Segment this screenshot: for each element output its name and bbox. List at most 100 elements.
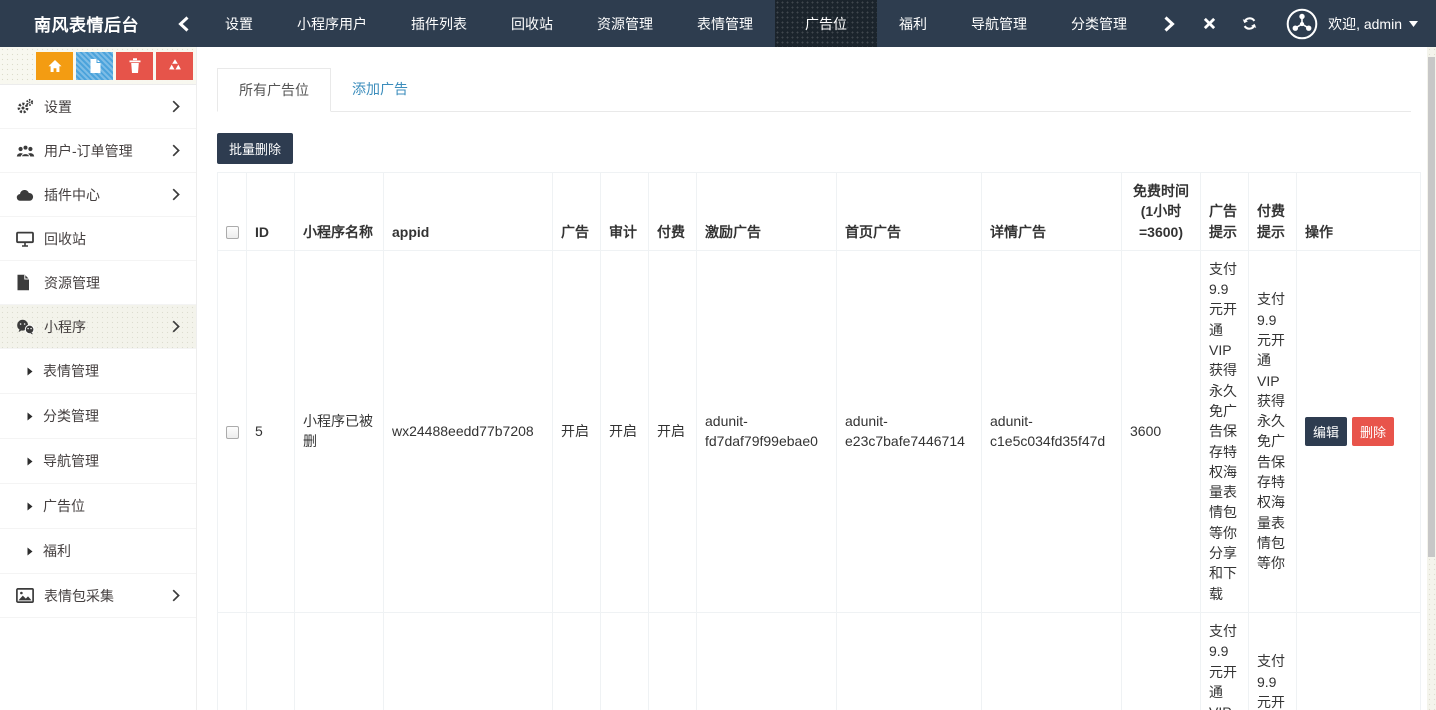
- sidebar-quick-toolbar: [0, 47, 196, 85]
- cell-pay-tip: 支付9.9元开通VIP获得永久免广告保存特权海量表情包等你: [1248, 249, 1297, 613]
- cell-audit: 开启: [600, 249, 649, 613]
- navbar-item-mini-user[interactable]: 小程序用户: [275, 0, 389, 47]
- column-header: appid: [383, 172, 553, 251]
- avatar-icon[interactable]: [1286, 8, 1318, 40]
- column-header: ID: [246, 172, 295, 251]
- cell-free-time: 3600: [1121, 249, 1201, 613]
- document-icon: [16, 274, 44, 291]
- navbar-item-resource[interactable]: 资源管理: [575, 0, 675, 47]
- sidebar-item-mini-program[interactable]: 小程序: [0, 305, 196, 349]
- column-header: 审计: [600, 172, 649, 251]
- cell-id: 5: [246, 249, 295, 613]
- navbar-item-settings[interactable]: 设置: [203, 0, 275, 47]
- sidebar-item-recycle-bin[interactable]: 回收站: [0, 217, 196, 261]
- trash-icon: [129, 57, 140, 73]
- cell-ad-tip: 支付9.9元开通VIP获得永久免广告保存特权海量表情包等你分享和下载: [1200, 611, 1249, 710]
- cell-detail-ad: [981, 611, 1122, 710]
- table-row: 5 小程序已被删 wx24488eedd77b7208 开启 开启 开启 adu…: [217, 249, 1421, 613]
- caret-down-icon: [1409, 20, 1418, 27]
- cell-actions: 编辑删除: [1296, 611, 1421, 710]
- sidebar-subitem-nav-mgmt[interactable]: 导航管理: [0, 439, 196, 484]
- navbar-item-recycle-bin[interactable]: 回收站: [489, 0, 575, 47]
- cloud-icon: [16, 188, 44, 202]
- caret-right-icon: [27, 502, 43, 511]
- sidebar-item-settings[interactable]: 设置: [0, 85, 196, 129]
- edit-button[interactable]: 编辑: [1305, 416, 1348, 446]
- window-scrollbar: [1427, 47, 1436, 710]
- sidebar-item-user-orders[interactable]: 用户-订单管理: [0, 129, 196, 173]
- recycle-button[interactable]: [156, 51, 193, 80]
- navbar-item-ad-slot[interactable]: 广告位: [775, 0, 877, 47]
- navbar-item-nav-mgmt[interactable]: 导航管理: [949, 0, 1049, 47]
- navbar-item-plugin-list[interactable]: 插件列表: [389, 0, 489, 47]
- home-icon: [48, 59, 61, 72]
- tab-bar: 所有广告位 添加广告: [217, 68, 1411, 112]
- caret-right-icon: [27, 412, 43, 421]
- cell-audit: [600, 611, 649, 710]
- scrollbar-thumb[interactable]: [1428, 57, 1435, 557]
- caret-right-icon: [27, 547, 43, 556]
- sidebar-item-emoji-collect[interactable]: 表情包采集: [0, 574, 196, 618]
- chevron-right-icon: [172, 188, 180, 201]
- column-header: 详情广告: [981, 172, 1122, 251]
- cell-free-time: [1121, 611, 1201, 710]
- cell-home-ad: adunit-e23c7bafe7446714: [836, 249, 982, 613]
- cell-pay: [648, 611, 697, 710]
- trash-button[interactable]: [116, 51, 153, 80]
- column-header: 小程序名称: [294, 172, 384, 251]
- welcome-text: 欢迎, admin: [1328, 15, 1402, 32]
- navbar-item-welfare[interactable]: 福利: [877, 0, 949, 47]
- column-header: 首页广告: [836, 172, 982, 251]
- wechat-icon: [16, 319, 44, 335]
- bulk-delete-button[interactable]: 批量删除: [217, 133, 294, 164]
- gears-icon: [16, 98, 44, 115]
- cell-actions: 编辑删除: [1296, 249, 1421, 613]
- cell-ad: [552, 611, 601, 710]
- home-button[interactable]: [36, 51, 73, 80]
- chevron-right-icon[interactable]: [1149, 0, 1189, 47]
- column-header: 广告: [552, 172, 601, 251]
- sidebar: 设置 用户-订单管理 插件中心 回收站 资源管理 小程序 表情管理 分类管理 导…: [0, 47, 197, 710]
- close-icon[interactable]: [1189, 0, 1229, 47]
- delete-button[interactable]: 删除: [1352, 416, 1395, 446]
- refresh-icon[interactable]: [1229, 0, 1269, 47]
- table-header-row: ID 小程序名称 appid 广告 审计 付费 激励广告 首页广告 详情广告 免费时间(1小时=3…: [217, 172, 1421, 251]
- caret-right-icon: [27, 367, 43, 376]
- column-header: 激励广告: [696, 172, 837, 251]
- sidebar-subitem-category-mgmt[interactable]: 分类管理: [0, 394, 196, 439]
- file-button[interactable]: [76, 51, 113, 80]
- sidebar-item-resource-mgmt[interactable]: 资源管理: [0, 261, 196, 305]
- column-header: 操作: [1296, 172, 1421, 251]
- cell-name: 小程序已被删: [294, 249, 384, 613]
- file-icon: [90, 58, 100, 73]
- main-content: 所有广告位 添加广告 批量删除 ID 小程序名称 appid 广告 审计 付费 激励广告 首页广…: [197, 47, 1436, 710]
- column-header: 免费时间(1小时=3600): [1121, 172, 1201, 251]
- cell-id: [246, 611, 295, 710]
- tab-all-ad-slots[interactable]: 所有广告位: [217, 68, 331, 112]
- row-checkbox[interactable]: [226, 426, 239, 440]
- sidebar-subitem-ad-slot[interactable]: 广告位: [0, 484, 196, 529]
- chevron-right-icon: [172, 589, 180, 602]
- tab-add-ad[interactable]: 添加广告: [331, 68, 429, 111]
- row-checkbox-cell: [217, 611, 247, 710]
- cell-home-ad: [836, 611, 982, 710]
- users-icon: [16, 143, 44, 159]
- cell-ad-tip: 支付9.9元开通VIP获得永久免广告保存特权海量表情包等你分享和下载: [1200, 249, 1249, 613]
- sidebar-item-plugin-center[interactable]: 插件中心: [0, 173, 196, 217]
- chevron-right-icon: [172, 100, 180, 113]
- desktop-icon: [16, 231, 44, 247]
- sidebar-subitem-welfare[interactable]: 福利: [0, 529, 196, 574]
- cell-name: [294, 611, 384, 710]
- navbar-item-emoji[interactable]: 表情管理: [675, 0, 775, 47]
- recycle-icon: [168, 58, 181, 70]
- user-menu[interactable]: 欢迎, admin: [1328, 14, 1418, 34]
- column-header: 付费提示: [1248, 172, 1297, 251]
- cell-appid: [383, 611, 553, 710]
- select-all-checkbox[interactable]: [226, 226, 239, 240]
- row-checkbox-cell: [217, 249, 247, 613]
- chevron-left-icon[interactable]: [163, 0, 203, 47]
- sidebar-subitem-emoji-mgmt[interactable]: 表情管理: [0, 349, 196, 394]
- ad-slots-table: ID 小程序名称 appid 广告 审计 付费 激励广告 首页广告 详情广告 免费时间(1小时=3…: [217, 172, 1421, 710]
- navbar-item-category[interactable]: 分类管理: [1049, 0, 1149, 47]
- column-header: 付费: [648, 172, 697, 251]
